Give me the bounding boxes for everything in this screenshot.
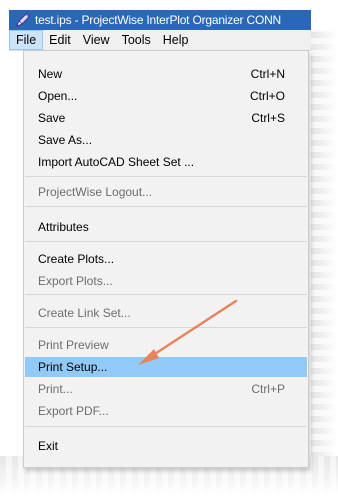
menu-item-label: Exit — [38, 439, 59, 453]
menu-item-label: Create Link Set... — [38, 306, 131, 320]
menu-file[interactable]: File — [9, 30, 44, 50]
shortcut-label: Ctrl+S — [251, 111, 285, 125]
menu-item-label: New — [38, 67, 63, 81]
menu-separator — [25, 176, 307, 177]
menu-item-open[interactable]: Open... Ctrl+O — [25, 86, 307, 106]
menu-bar: File Edit View Tools Help — [9, 30, 311, 51]
menu-item-export-plots[interactable]: Export Plots... — [25, 271, 307, 291]
menu-separator — [25, 327, 307, 328]
menu-item-save-as[interactable]: Save As... — [25, 130, 307, 150]
menu-item-create-link-set[interactable]: Create Link Set... — [25, 303, 307, 323]
menu-separator — [25, 426, 307, 427]
menu-item-create-plots[interactable]: Create Plots... — [25, 249, 307, 269]
menu-item-print-setup[interactable]: Print Setup... — [25, 357, 307, 377]
menu-item-print-preview[interactable]: Print Preview — [25, 335, 307, 355]
shortcut-label: Ctrl+N — [250, 67, 285, 81]
menu-tools[interactable]: Tools — [116, 30, 157, 50]
menu-separator — [25, 241, 307, 242]
menu-item-label: Print... — [38, 382, 73, 396]
menu-item-label: ProjectWise Logout... — [38, 185, 153, 199]
menu-item-label: Save — [38, 111, 66, 125]
menu-item-projectwise-logout[interactable]: ProjectWise Logout... — [25, 182, 307, 202]
menu-item-new[interactable]: New Ctrl+N — [25, 64, 307, 84]
menu-view[interactable]: View — [77, 30, 116, 50]
window-title: test.ips - ProjectWise InterPlot Organiz… — [35, 13, 282, 27]
menu-item-label: Export PDF... — [38, 404, 109, 418]
menu-edit[interactable]: Edit — [43, 30, 77, 50]
pencil-app-icon — [15, 12, 31, 28]
menu-item-label: Attributes — [38, 220, 89, 234]
torn-edge-right — [311, 30, 338, 470]
window-titlebar[interactable]: test.ips - ProjectWise InterPlot Organiz… — [9, 10, 311, 30]
shortcut-label: Ctrl+P — [251, 382, 285, 396]
menu-item-label: Save As... — [38, 133, 93, 147]
menu-help[interactable]: Help — [157, 30, 195, 50]
menu-item-export-pdf[interactable]: Export PDF... — [25, 401, 307, 421]
menu-item-exit[interactable]: Exit — [25, 436, 307, 456]
menu-item-save[interactable]: Save Ctrl+S — [25, 108, 307, 128]
menu-item-label: Create Plots... — [38, 252, 115, 266]
menu-item-label: Import AutoCAD Sheet Set ... — [38, 155, 195, 169]
menu-item-label: Print Setup... — [38, 360, 108, 374]
menu-item-label: Open... — [38, 89, 78, 103]
menu-item-import-autocad[interactable]: Import AutoCAD Sheet Set ... — [25, 152, 307, 172]
shortcut-label: Ctrl+O — [249, 89, 285, 103]
menu-item-label: Export Plots... — [38, 274, 113, 288]
menu-item-label: Print Preview — [38, 338, 109, 352]
menu-separator — [25, 294, 307, 295]
menu-item-attributes[interactable]: Attributes — [25, 217, 307, 237]
screenshot-frame: test.ips - ProjectWise InterPlot Organiz… — [0, 0, 338, 496]
menu-separator — [25, 206, 307, 207]
menu-item-print[interactable]: Print... Ctrl+P — [25, 379, 307, 399]
file-dropdown-menu: New Ctrl+N Open... Ctrl+O Save Ctrl+S Sa… — [23, 50, 309, 468]
